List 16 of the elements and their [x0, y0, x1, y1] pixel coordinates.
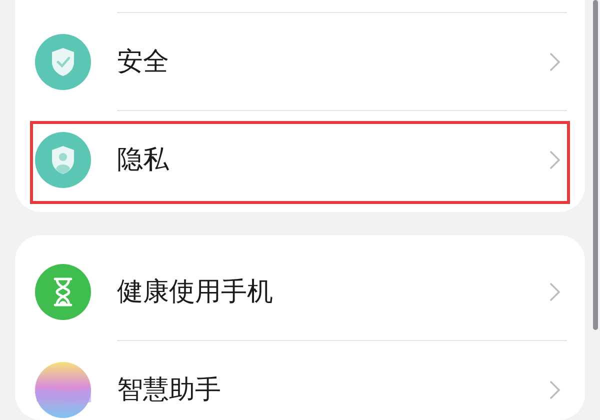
settings-item[interactable]: 隐私 [15, 111, 585, 208]
item-label: 安全 [117, 46, 170, 79]
item-label: 隐私 [117, 144, 170, 177]
assistant-icon [35, 362, 91, 418]
shield-check-icon [35, 34, 91, 90]
settings-item[interactable]: 智慧助手 [15, 341, 585, 420]
hourglass-icon [35, 264, 91, 320]
chevron-right-icon [549, 52, 561, 72]
item-label: 智慧助手 [117, 374, 222, 407]
chevron-right-icon [549, 380, 561, 400]
settings-item[interactable]: 安全 [15, 13, 585, 110]
shield-person-icon [35, 132, 91, 188]
chevron-right-icon [549, 150, 561, 170]
item-label: 健康使用手机 [117, 276, 274, 309]
settings-item[interactable]: 健康使用手机 [15, 243, 585, 340]
chevron-right-icon [549, 282, 561, 302]
